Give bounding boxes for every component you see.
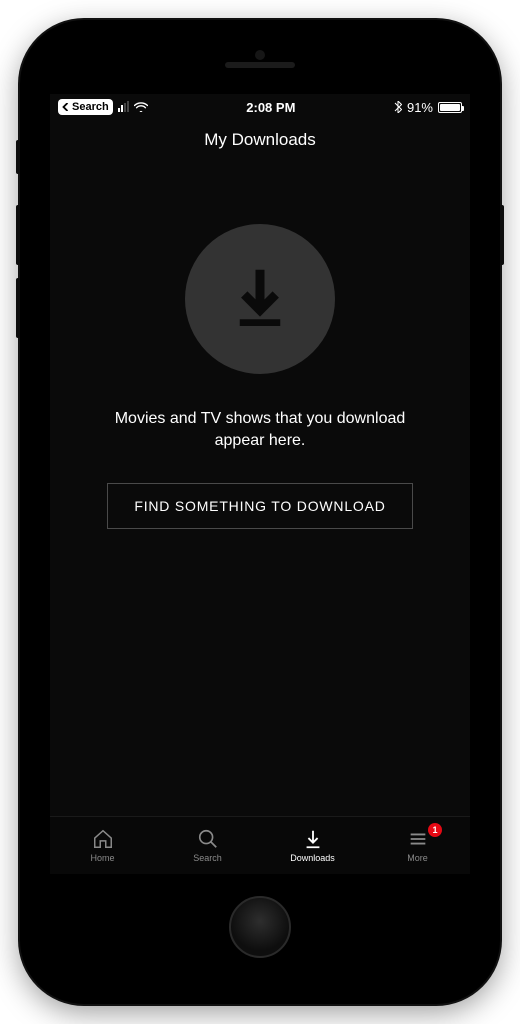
- menu-icon: [407, 828, 429, 850]
- home-icon: [92, 828, 114, 850]
- tab-home[interactable]: Home: [50, 817, 155, 874]
- find-download-button[interactable]: FIND SOMETHING TO DOWNLOAD: [107, 483, 412, 529]
- download-icon: [302, 828, 324, 850]
- back-to-app-label: Search: [72, 101, 109, 113]
- battery-percent: 91%: [407, 100, 433, 115]
- tab-downloads[interactable]: Downloads: [260, 817, 365, 874]
- mute-switch: [16, 140, 20, 174]
- status-time: 2:08 PM: [246, 100, 295, 115]
- wifi-icon: [134, 100, 148, 114]
- tab-downloads-label: Downloads: [290, 853, 335, 863]
- screen: Search 2:08 PM 91% My Downloads: [50, 94, 470, 874]
- back-to-app-pill[interactable]: Search: [58, 99, 113, 115]
- tab-bar: Home Search Downloads 1 More: [50, 816, 470, 874]
- cell-signal-icon: [118, 102, 129, 112]
- status-bar: Search 2:08 PM 91%: [50, 94, 470, 120]
- empty-state-message: Movies and TV shows that you download ap…: [100, 408, 420, 453]
- chevron-left-icon: [62, 103, 70, 111]
- page-title: My Downloads: [50, 120, 470, 164]
- power-button: [500, 205, 504, 265]
- tab-search[interactable]: Search: [155, 817, 260, 874]
- volume-up-button: [16, 205, 20, 265]
- phone-bezel: Search 2:08 PM 91% My Downloads: [38, 38, 482, 986]
- empty-state: Movies and TV shows that you download ap…: [50, 164, 470, 816]
- front-camera: [255, 50, 265, 60]
- battery-icon: [438, 102, 462, 113]
- tab-more[interactable]: 1 More: [365, 817, 470, 874]
- earpiece-speaker: [225, 62, 295, 68]
- search-icon: [197, 828, 219, 850]
- tab-home-label: Home: [90, 853, 114, 863]
- phone-frame: Search 2:08 PM 91% My Downloads: [20, 20, 500, 1004]
- bluetooth-icon: [394, 101, 402, 113]
- more-badge: 1: [428, 823, 442, 837]
- volume-down-button: [16, 278, 20, 338]
- home-button[interactable]: [229, 896, 291, 958]
- download-hero-icon: [185, 224, 335, 374]
- tab-search-label: Search: [193, 853, 222, 863]
- tab-more-label: More: [407, 853, 428, 863]
